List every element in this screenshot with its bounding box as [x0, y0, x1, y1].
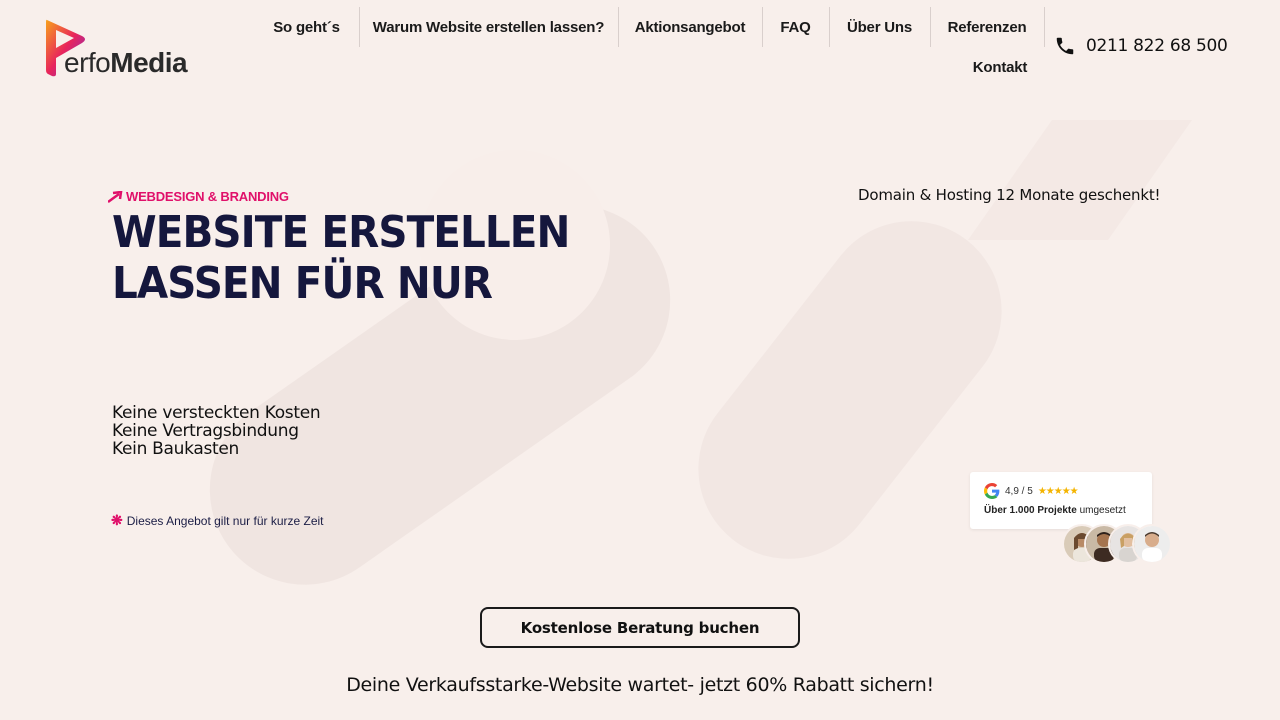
background-shape: [662, 184, 1038, 596]
customer-avatars: [1062, 524, 1172, 564]
nav-item-so-gehts[interactable]: So geht´s: [254, 7, 360, 47]
background-shape: [967, 120, 1193, 240]
rating-row: 4,9 / 5 ★★★★★: [984, 483, 1079, 499]
rating-score: 4,9 / 5: [1005, 485, 1033, 497]
arrow-icon: [108, 190, 123, 203]
rating-stars: ★★★★★: [1037, 485, 1079, 497]
nav-item-aktionsangebot[interactable]: Aktionsangebot: [618, 7, 763, 47]
promo-text: Deine Verkaufsstarke-Website wartet- jet…: [346, 674, 934, 696]
logo-text-part1: erfo: [64, 47, 111, 78]
benefit-list: Keine versteckten Kosten Keine Vertragsb…: [112, 403, 321, 459]
nav-item-warum-website[interactable]: Warum Website erstellen lassen?: [359, 7, 619, 47]
avatar: [1132, 524, 1172, 564]
google-icon: [984, 483, 1000, 499]
nav-item-faq[interactable]: FAQ: [762, 7, 830, 47]
benefit-item: Keine Vertragsbindung: [112, 421, 299, 441]
domain-hosting-note: Domain & Hosting 12 Monate geschenkt!: [858, 186, 1161, 204]
page-title: WEBSITE ERSTELLEN LASSEN FÜR NUR: [112, 207, 570, 309]
asterisk-icon: ❋: [111, 512, 123, 528]
phone-link[interactable]: 0211 822 68 500: [1054, 35, 1228, 57]
benefit-item: Keine versteckten Kosten: [112, 403, 321, 423]
google-rating-badge: 4,9 / 5 ★★★★★ Über 1.000 Projekte umgese…: [970, 472, 1152, 529]
headline-line-2: LASSEN FÜR NUR: [112, 258, 493, 309]
logo-wordmark: erfoMedia: [64, 47, 188, 79]
projects-count: Über 1.000 Projekte umgesetzt: [984, 505, 1126, 516]
offer-disclaimer-text: Dieses Angebot gilt nur für kurze Zeit: [126, 513, 324, 528]
phone-icon: [1056, 37, 1074, 55]
logo-text-part2: Media: [110, 47, 188, 78]
nav-item-kontakt[interactable]: Kontakt: [960, 47, 1040, 87]
projects-count-bold: Über 1.000 Projekte: [984, 505, 1077, 516]
brand-logo[interactable]: erfoMedia: [44, 16, 214, 80]
nav-item-ueber-uns[interactable]: Über Uns: [829, 7, 931, 47]
book-consultation-button[interactable]: Kostenlose Beratung buchen: [480, 607, 800, 648]
phone-number: 0211 822 68 500: [1086, 36, 1228, 56]
projects-count-rest: umgesetzt: [1076, 505, 1126, 516]
benefit-item: Kein Baukasten: [112, 439, 240, 459]
headline-line-1: WEBSITE ERSTELLEN: [112, 207, 570, 258]
eyebrow-text: WEBDESIGN & BRANDING: [126, 189, 289, 204]
main-nav: So geht´s Warum Website erstellen lassen…: [254, 7, 1054, 87]
eyebrow-label: WEBDESIGN & BRANDING: [108, 189, 289, 204]
nav-item-referenzen[interactable]: Referenzen: [930, 7, 1045, 47]
offer-disclaimer: ❋ Dieses Angebot gilt nur für kurze Zeit: [111, 512, 324, 529]
